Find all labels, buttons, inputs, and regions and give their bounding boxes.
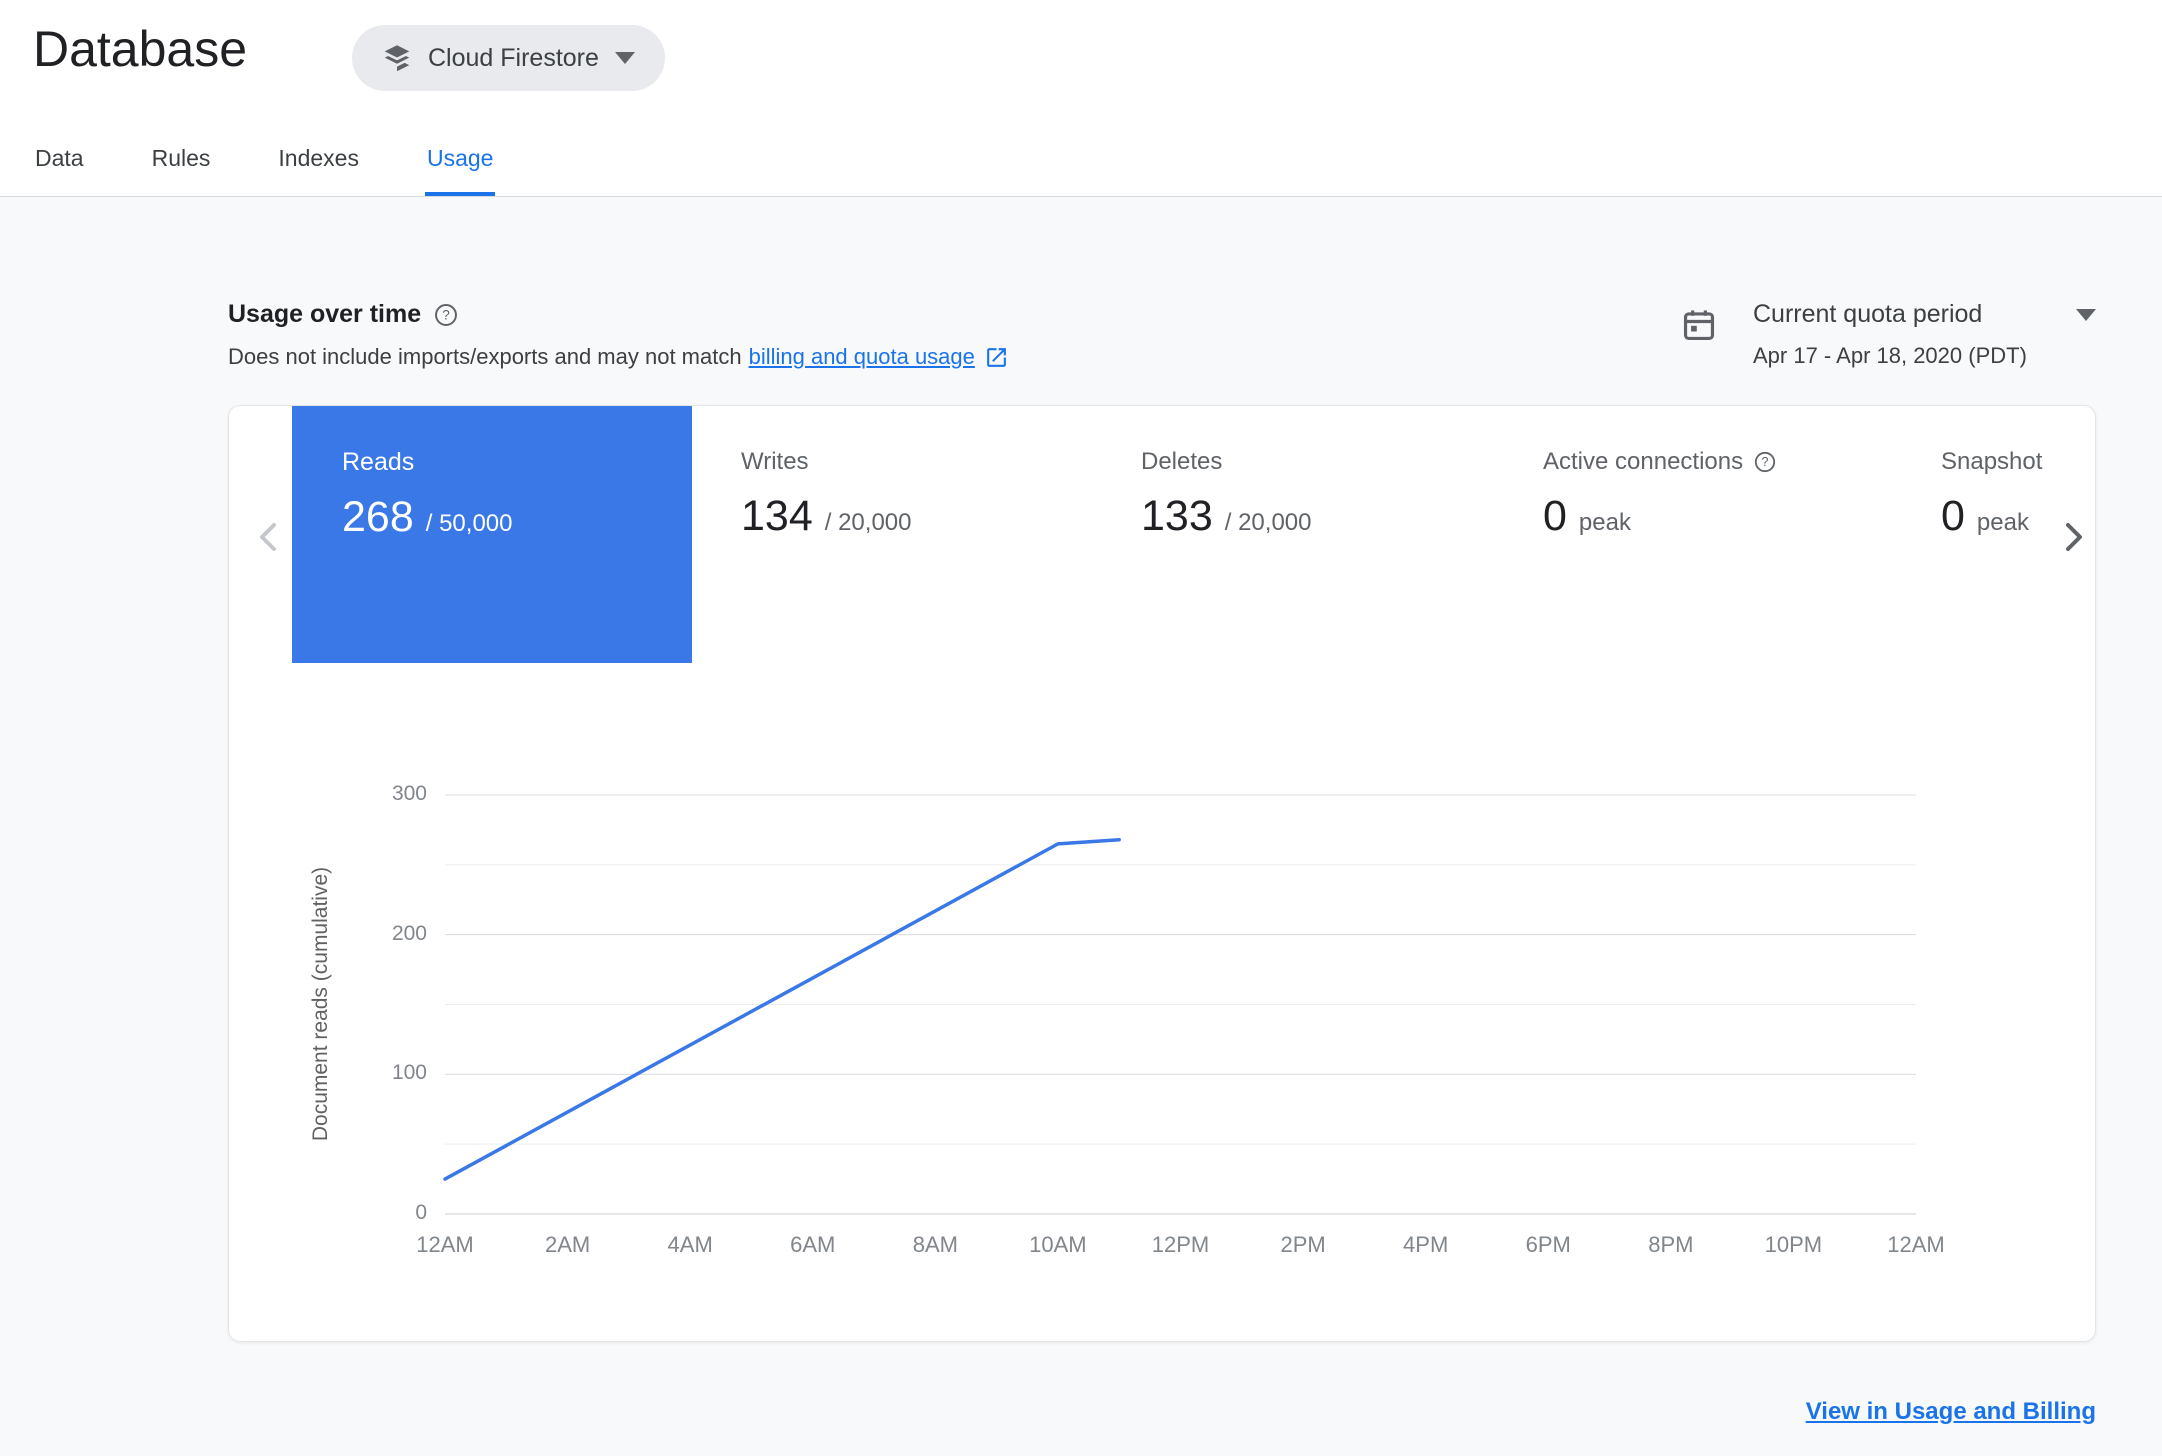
x-tick-label: 6AM [790, 1232, 836, 1257]
quota-period-selector[interactable]: Current quota period [1753, 300, 2096, 329]
tab-rules[interactable]: Rules [150, 145, 213, 196]
y-tick-label: 200 [391, 921, 427, 945]
x-tick-label: 10PM [1764, 1232, 1823, 1257]
help-icon[interactable]: ? [433, 302, 459, 328]
x-tick-label: 12PM [1151, 1232, 1210, 1257]
tab-data[interactable]: Data [33, 145, 86, 196]
quota-period-date-range: Apr 17 - Apr 18, 2020 (PDT) [1753, 343, 2027, 368]
firestore-usage-page: Database Cloud Firestore Data Rules Indexe… [0, 0, 2162, 1456]
x-tick-label: 12AM [416, 1232, 474, 1257]
usage-card: Reads 268 / 50,000 Writes 134 / 20,000 D… [228, 405, 2096, 1342]
product-selector-label: Cloud Firestore [428, 43, 599, 72]
y-tick-label: 300 [391, 782, 427, 805]
open-in-new-icon[interactable] [984, 345, 1009, 370]
x-tick-label: 8PM [1648, 1232, 1694, 1257]
x-tick-label: 4AM [667, 1232, 713, 1257]
usage-section-head: Usage over time ? [228, 300, 459, 329]
billing-quota-usage-link[interactable]: billing and quota usage [749, 344, 975, 370]
x-tick-label: 8AM [912, 1232, 958, 1257]
x-tick-label: 10AM [1029, 1232, 1087, 1257]
x-tick-label: 2AM [544, 1232, 591, 1257]
usage-chart: Document reads (cumulative) 0 100 200 300 12… [229, 406, 2095, 1341]
tab-usage[interactable]: Usage [424, 145, 496, 196]
y-tick-label: 0 [415, 1201, 427, 1224]
page-title: Database [33, 21, 248, 77]
usage-subtitle-text: Does not include imports/exports and may… [228, 344, 742, 369]
usage-over-time-heading: Usage over time [228, 300, 422, 328]
usage-chart-svg [443, 794, 1916, 1215]
arrow-drop-down-icon [614, 52, 635, 64]
svg-text:?: ? [442, 307, 450, 322]
calendar-icon [1683, 310, 1715, 341]
view-usage-billing-link[interactable]: View in Usage and Billing [1806, 1398, 2096, 1426]
header: Database Cloud Firestore Data Rules Indexe… [0, 0, 2162, 197]
tab-indexes[interactable]: Indexes [276, 145, 361, 196]
quota-period-label: Current quota period [1753, 300, 1983, 328]
usage-line [443, 837, 1121, 1181]
x-tick-label: 12AM [1887, 1232, 1945, 1257]
x-tick-label: 4PM [1403, 1232, 1449, 1257]
x-tick-label: 6PM [1525, 1232, 1571, 1257]
product-selector[interactable]: Cloud Firestore [352, 25, 665, 91]
arrow-drop-down-icon [2076, 308, 2096, 321]
tab-bar: Data Rules Indexes Usage [33, 145, 496, 196]
x-tick-label: 2PM [1280, 1232, 1326, 1257]
usage-subtitle: Does not include imports/exports and may… [228, 344, 1009, 370]
y-tick-label: 100 [391, 1061, 427, 1085]
firestore-icon [384, 45, 410, 72]
